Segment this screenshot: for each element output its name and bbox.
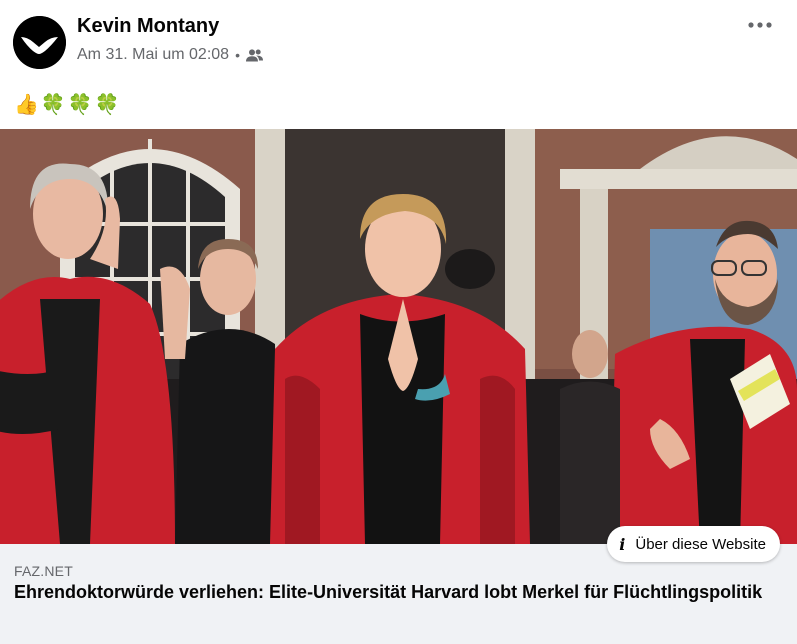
post-timestamp[interactable]: Am 31. Mai um 02:08 (77, 46, 229, 64)
info-icon: i (619, 534, 626, 554)
four-leaf-clover-emoji: 🍀 (94, 93, 120, 116)
link-headline[interactable]: Ehrendoktorwürde verliehen: Elite-Univer… (14, 581, 774, 604)
facebook-post: Kevin Montany Am 31. Mai um 02:08 • 👍 🍀 … (0, 0, 797, 644)
thumbs-up-emoji: 👍 (14, 93, 39, 116)
friends-icon[interactable] (245, 48, 263, 62)
avatar-logo-icon (13, 16, 66, 69)
more-horizontal-icon (748, 22, 772, 28)
meta-separator: • (235, 47, 240, 63)
about-website-button[interactable]: i Über diese Website (607, 526, 780, 562)
post-text: 👍 🍀 🍀 🍀 (14, 90, 120, 118)
four-leaf-clover-emoji: 🍀 (40, 93, 66, 116)
link-domain: FAZ.NET (14, 563, 73, 579)
more-options-button[interactable] (745, 13, 775, 37)
author-name[interactable]: Kevin Montany (77, 15, 219, 38)
post-meta: Am 31. Mai um 02:08 • (77, 45, 263, 65)
four-leaf-clover-emoji: 🍀 (67, 93, 93, 116)
link-preview-image[interactable] (0, 129, 797, 544)
about-website-label: Über diese Website (635, 535, 766, 553)
avatar[interactable] (13, 16, 66, 69)
